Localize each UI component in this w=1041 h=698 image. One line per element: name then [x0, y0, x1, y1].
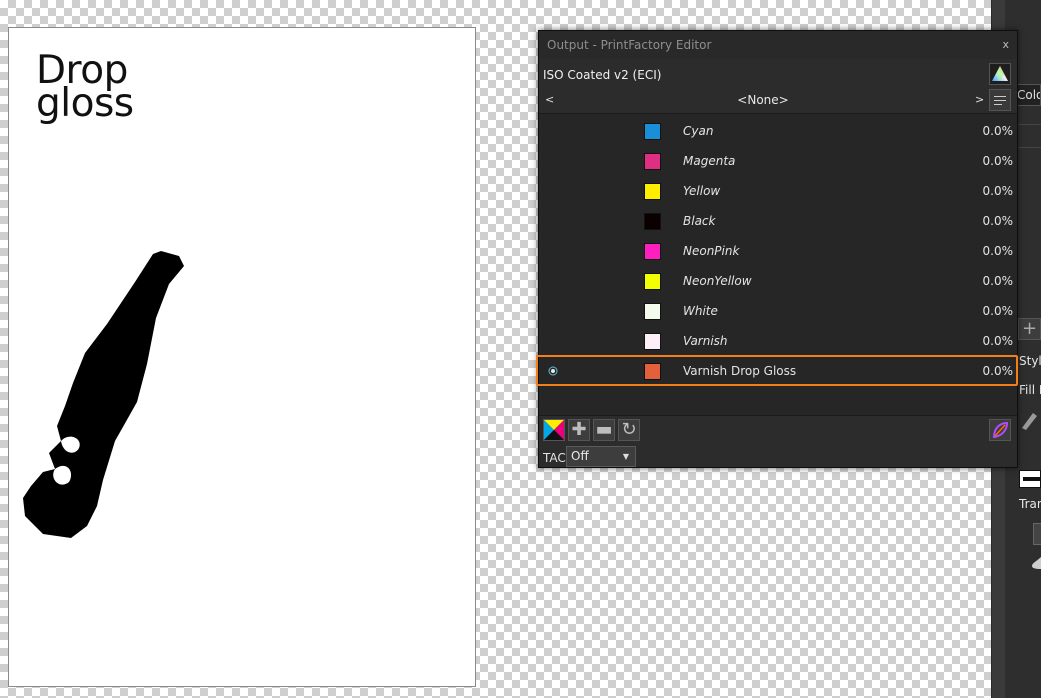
ink-swatch: [644, 183, 661, 200]
style-label: Style: [1019, 354, 1041, 368]
chevron-down-icon: ▼: [622, 452, 629, 461]
ink-row-varnish-drop-gloss[interactable]: Varnish Drop Gloss 0.0%: [539, 356, 1017, 386]
plus-icon: ✚: [571, 419, 587, 440]
ink-percentage: 0.0%: [982, 214, 1014, 228]
ink-percentage: 0.0%: [982, 274, 1014, 288]
ink-name: Yellow: [683, 184, 721, 198]
transform-label: Tran: [1019, 497, 1041, 511]
ink-swatch: [644, 333, 661, 350]
ink-row-white[interactable]: White 0.0%: [539, 296, 1017, 326]
ink-row-varnish[interactable]: Varnish 0.0%: [539, 326, 1017, 356]
panel-title: Output - PrintFactory Editor: [547, 38, 712, 52]
next-preset-button[interactable]: >: [975, 93, 984, 106]
ink-percentage: 0.0%: [982, 364, 1014, 378]
ink-name: Varnish Drop Gloss: [683, 364, 797, 378]
ink-name: Magenta: [683, 154, 736, 168]
preset-name: <None>: [737, 93, 789, 107]
ink-name: NeonPink: [683, 244, 740, 258]
refresh-icon: ↻: [621, 419, 637, 440]
ink-swatch: [644, 303, 661, 320]
cmyk-ink-button[interactable]: [543, 419, 565, 441]
bottle-silhouette[interactable]: [9, 28, 477, 688]
tac-label: TAC: [543, 451, 566, 465]
ink-name: Varnish: [683, 334, 728, 348]
add-ink-button[interactable]: ✚: [568, 419, 590, 441]
editor-toolbar: ✚ ▬ ↻: [539, 419, 1017, 445]
output-profile: ISO Coated v2 (ECI): [543, 68, 662, 82]
remove-ink-button[interactable]: ▬: [593, 419, 615, 441]
ink-percentage: 0.0%: [982, 184, 1014, 198]
anchor-icon[interactable]: [1032, 557, 1041, 569]
tac-value: Off: [571, 449, 589, 463]
ink-name: Black: [683, 214, 716, 228]
gamut-icon[interactable]: [989, 63, 1011, 85]
ink-row-neonpink[interactable]: NeonPink 0.0%: [539, 236, 1017, 266]
brush-icon[interactable]: [1019, 407, 1041, 431]
ink-percentage: 0.0%: [982, 334, 1014, 348]
ink-percentage: 0.0%: [982, 244, 1014, 258]
ink-percentage: 0.0%: [982, 154, 1014, 168]
ink-name: Cyan: [683, 124, 714, 138]
ink-list: Cyan 0.0% Magenta 0.0% Yellow 0.0% Black…: [539, 113, 1017, 416]
ink-row-cyan[interactable]: Cyan 0.0%: [539, 116, 1017, 146]
ink-percentage: 0.0%: [982, 124, 1014, 138]
ink-name: White: [683, 304, 718, 318]
ink-percentage: 0.0%: [982, 304, 1014, 318]
ink-swatch: [644, 213, 661, 230]
ink-swatch: [644, 243, 661, 260]
reset-button[interactable]: ↻: [618, 419, 640, 441]
printfactory-editor-panel[interactable]: Output - PrintFactory Editor x ISO Coate…: [538, 30, 1018, 468]
close-button[interactable]: x: [1002, 31, 1009, 59]
ink-row-magenta[interactable]: Magenta 0.0%: [539, 146, 1017, 176]
ink-swatch: [644, 153, 661, 170]
tac-dropdown[interactable]: Off ▼: [566, 446, 636, 467]
ink-name: NeonYellow: [683, 274, 752, 288]
add-style-button[interactable]: +: [1018, 318, 1041, 340]
ink-row-black[interactable]: Black 0.0%: [539, 206, 1017, 236]
cmyk-icon: [544, 420, 564, 440]
minus-icon: ▬: [595, 419, 613, 440]
panel-menu-icon[interactable]: [989, 89, 1011, 111]
document-page[interactable]: Drop gloss: [8, 27, 476, 687]
panel-title-bar[interactable]: Output - PrintFactory Editor x: [539, 31, 1017, 59]
eye-icon[interactable]: [547, 365, 559, 377]
fill-label: Fill I: [1019, 383, 1041, 397]
ink-swatch: [644, 123, 661, 140]
ink-row-yellow[interactable]: Yellow 0.0%: [539, 176, 1017, 206]
transform-field[interactable]: [1033, 523, 1041, 545]
gamut-triangle-icon: [992, 66, 1008, 81]
ink-swatch: [644, 273, 661, 290]
ink-swatch: [644, 363, 661, 380]
stroke-swatch[interactable]: [1019, 470, 1041, 488]
leaf-icon: [992, 421, 1009, 439]
ink-row-neonyellow[interactable]: NeonYellow 0.0%: [539, 266, 1017, 296]
preset-navigator: < <None> >: [539, 88, 1017, 112]
colour-management-button[interactable]: [989, 419, 1011, 441]
